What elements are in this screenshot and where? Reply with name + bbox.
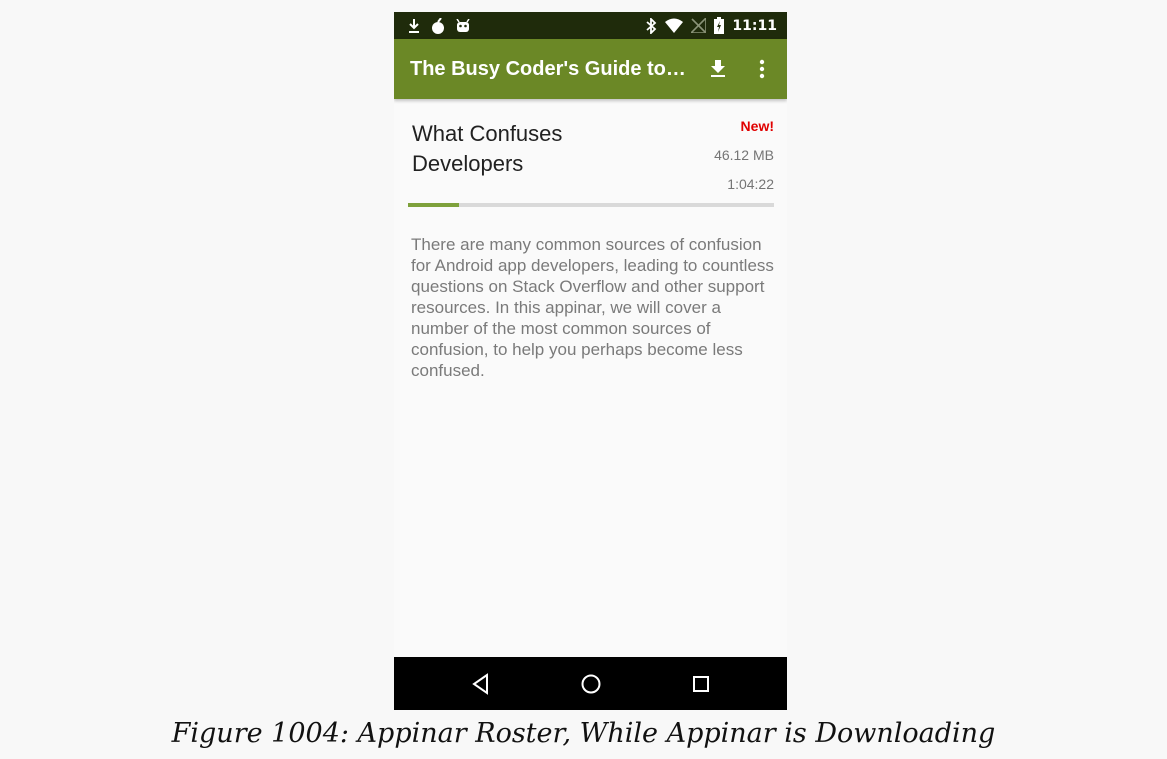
status-time: 11:11 [732,17,777,34]
recents-icon [693,676,709,692]
duration: 1:04:22 [727,176,774,192]
back-button[interactable] [468,671,494,697]
status-bar: 11:11 [394,12,787,39]
appinar-item[interactable]: What Confuses Developers New! 46.12 MB 1… [394,99,787,657]
app-bar: The Busy Coder's Guide to… [394,39,787,99]
download-icon [711,60,725,77]
bluetooth-icon [645,17,657,34]
figure-caption: Figure 1004: Appinar Roster, While Appin… [171,718,996,749]
bomb-icon [431,17,445,34]
appinar-title: What Confuses Developers [412,121,563,176]
overflow-menu-button[interactable] [750,57,774,81]
battery-charging-icon [714,17,725,34]
download-progress-bar [408,203,774,207]
home-icon [581,674,601,694]
appinar-description: There are many common sources of confusi… [411,235,774,380]
download-notification-icon [408,18,420,34]
no-signal-icon [691,18,707,33]
file-size: 46.12 MB [714,147,774,163]
recents-button[interactable] [688,671,714,697]
navigation-bar [394,657,787,710]
wifi-icon [665,18,684,33]
new-badge: New! [740,118,774,134]
download-button[interactable] [706,57,730,81]
home-button[interactable] [578,671,604,697]
app-title: The Busy Coder's Guide to… [410,58,686,80]
back-icon [472,673,488,695]
overflow-menu-icon [759,59,765,79]
phone-screen: 11:11 The Busy Coder's Guide to… What Co… [394,12,787,710]
android-bot-icon [456,18,470,33]
download-progress-fill [408,203,460,207]
